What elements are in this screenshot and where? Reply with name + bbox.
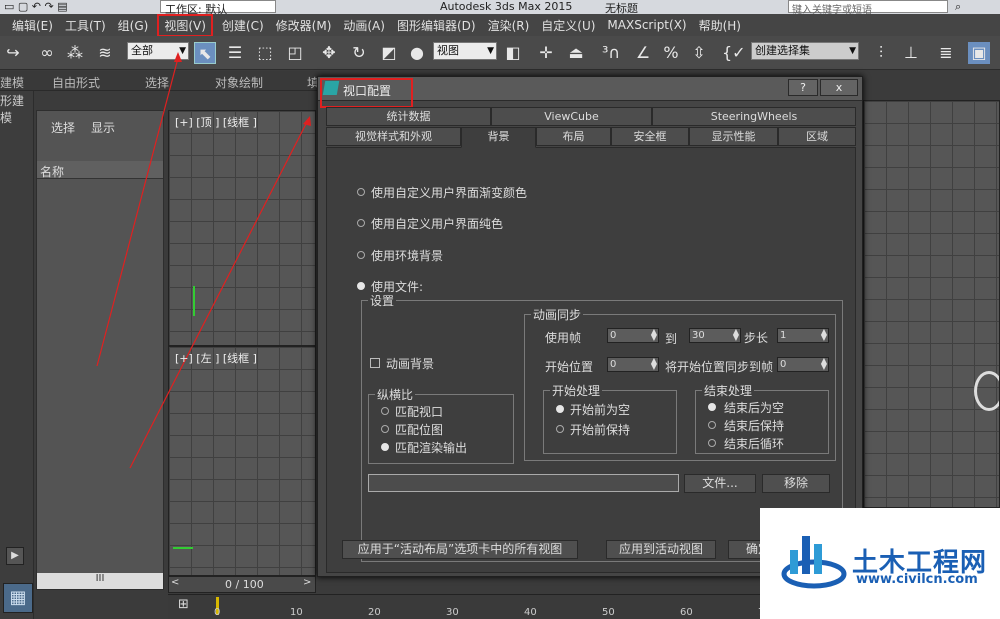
apply-all-views-button[interactable]: 应用于“活动布局”选项卡中的所有视图 [342,540,578,559]
time-prev-icon[interactable]: < [171,577,179,588]
sync-start-spinner[interactable]: 0 ▲ ▼ [777,357,829,372]
frame-counter: 0 / 100 [225,578,264,591]
anim-sync-group: 动画同步 使用帧 0 ▲ ▼ 到 30 ▲ ▼ 步长 1 ▲ ▼ 开始位置 0 ▲ ▼ 将开始位… [524,306,836,461]
time-slider[interactable]: < 0 / 100 > [168,576,316,593]
tab-steeringwheels[interactable]: SteeringWheels [652,107,856,126]
viewport-config-dialog: 视口配置 ? x 统计数据 ViewCube SteeringWheels 视觉… [317,76,863,577]
settings-group-label: 设置 [368,292,397,309]
tick-label: 40 [524,607,537,618]
viewport-top-label[interactable]: [+] [顶 ] [线框 ] [175,114,257,130]
tab-safe-frames[interactable]: 安全框 [611,127,689,146]
tick-label: 0 [214,607,221,618]
apply-active-view-button[interactable]: 应用到活动视图 [606,540,716,559]
label-match-bitmap: 匹配位图 [395,423,444,437]
step-label: 步长 [744,331,769,345]
tab-background[interactable]: 背景 [461,127,536,148]
close-button[interactable]: x [820,79,858,96]
step-spinner[interactable]: 1 ▲ ▼ [777,328,829,343]
radio-environment[interactable] [357,251,365,259]
tab-visual-style[interactable]: 视觉样式和外观 [326,127,461,146]
remove-button[interactable]: 移除 [762,474,830,493]
aspect-ratio-group: 纵横比 匹配视口 匹配位图 匹配渲染输出 [368,386,514,464]
end-processing-group: 结束处理 结束后为空 结束后保持 结束后循环 [695,382,829,454]
start-pos-spinner[interactable]: 0 ▲ ▼ [607,357,659,372]
file-button[interactable]: 文件... [684,474,756,493]
label-gradient: 使用自定义用户界面渐变颜色 [371,186,528,200]
tab-viewcube[interactable]: ViewCube [491,107,652,126]
timeline-settings-icon[interactable]: ⊞ [178,597,189,612]
radio-end-hold[interactable] [708,421,716,429]
tab-regions[interactable]: 区域 [778,127,856,146]
label-match-viewport: 匹配视口 [395,405,444,419]
viewport-left-label[interactable]: [+] [左 ] [线框 ] [175,350,257,366]
annotation-arrow-1 [96,57,179,367]
start-processing-group: 开始处理 开始前为空 开始前保持 [543,382,677,454]
tick-label: 50 [602,607,615,618]
anim-bg-checkbox[interactable] [370,358,380,368]
radio-match-viewport[interactable] [381,407,389,415]
watermark-url: www.civilcn.com [856,572,978,587]
radio-gradient[interactable] [357,188,365,196]
label-end-blank: 结束后为空 [724,401,785,415]
start-processing-label: 开始处理 [550,382,603,399]
file-path-field[interactable] [368,474,679,492]
use-frame-label: 使用帧 [545,331,582,345]
label-end-loop: 结束后循环 [724,437,785,451]
radio-use-file[interactable] [357,282,365,290]
label-environment: 使用环境背景 [371,249,444,263]
label-end-hold: 结束后保持 [724,419,785,433]
dialog-titlebar[interactable]: 视口配置 ? x [318,77,862,108]
tab-statistics[interactable]: 统计数据 [326,107,491,126]
radio-end-blank[interactable] [708,403,716,411]
radio-start-blank[interactable] [556,405,564,413]
sync-start-label: 将开始位置同步到帧 [665,360,774,374]
help-button[interactable]: ? [788,79,818,96]
label-start-hold: 开始前保持 [570,423,631,437]
anim-bg-label: 动画背景 [386,357,435,371]
radio-end-loop[interactable] [708,439,716,447]
tab-display-performance[interactable]: 显示性能 [689,127,778,146]
label-match-render: 匹配渲染输出 [395,441,468,455]
watermark-logo: 土木工程网 www.civilcn.com [760,508,1000,619]
tick-label: 60 [680,607,693,618]
radio-match-bitmap[interactable] [381,425,389,433]
aspect-ratio-label: 纵横比 [375,386,416,403]
title-highlight-box [320,78,413,108]
tick-label: 20 [368,607,381,618]
tick-label: 10 [290,607,303,618]
time-next-icon[interactable]: > [303,577,311,588]
label-solid: 使用自定义用户界面纯色 [371,217,504,231]
start-pos-label: 开始位置 [545,360,594,374]
annotation-arrowhead-2 [303,116,311,126]
end-processing-label: 结束处理 [702,382,755,399]
label-start-blank: 开始前为空 [570,403,631,417]
use-frame-from-spinner[interactable]: 0 ▲ ▼ [607,328,659,343]
tab-layout[interactable]: 布局 [536,127,611,146]
tick-label: 30 [446,607,459,618]
radio-start-hold[interactable] [556,425,564,433]
watermark-emblem-icon [781,536,847,589]
radio-match-render[interactable] [381,443,389,451]
annotation-arrowhead-1 [174,52,182,62]
anim-sync-label: 动画同步 [531,306,584,323]
radio-solid[interactable] [357,219,365,227]
annotation-arrow-2 [129,119,309,469]
to-label: 到 [665,332,678,346]
use-frame-to-spinner[interactable]: 30 ▲ ▼ [689,328,741,343]
